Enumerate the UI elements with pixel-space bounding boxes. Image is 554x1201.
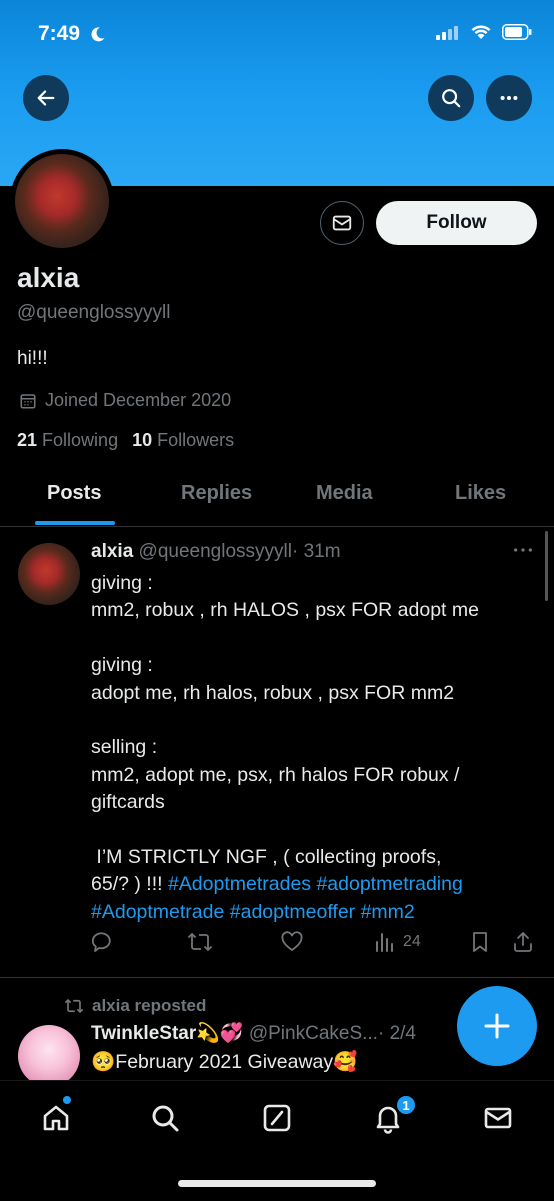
profile-tabs: Posts Replies Media Likes xyxy=(0,470,554,527)
tweet-line: mm2, robux , rh HALOS , psx FOR adopt me xyxy=(91,599,479,622)
calendar-icon xyxy=(20,393,36,408)
tweet-line: giving : xyxy=(91,654,153,677)
divider xyxy=(0,977,554,978)
grok-icon xyxy=(263,1104,291,1132)
tweet-header: alxia @queenglossyyyll· 31m xyxy=(91,541,341,563)
hashtag-link[interactable]: #Adoptmetrades #adoptmetrading xyxy=(168,873,463,895)
repost-time: · 2/4 xyxy=(377,1023,416,1044)
plus-icon xyxy=(484,1013,510,1039)
tweet-author-handle: @queenglossyyyll xyxy=(138,541,292,562)
repost-header: TwinkleStar💫💞 @PinkCakeS...· 2/4 xyxy=(91,1021,416,1045)
tweet-line: giftcards xyxy=(91,791,165,814)
search-button[interactable] xyxy=(428,75,474,121)
envelope-icon xyxy=(332,215,352,231)
tab-replies[interactable]: Replies xyxy=(181,482,252,505)
tweet-line: mm2, adopt me, psx, rh halos FOR robux / xyxy=(91,763,460,786)
tweet-line: adopt me, rh halos, robux , psx FOR mm2 xyxy=(91,681,455,704)
tab-posts[interactable]: Posts xyxy=(47,482,101,505)
status-time: 7:49 xyxy=(38,22,106,48)
notifications-badge: 1 xyxy=(395,1094,417,1116)
profile-bio: hi!!! xyxy=(17,348,48,369)
share-icon xyxy=(514,932,532,952)
more-options-button[interactable] xyxy=(486,75,532,121)
tab-media[interactable]: Media xyxy=(316,482,373,505)
arrow-left-icon xyxy=(37,90,55,106)
home-indicator[interactable] xyxy=(178,1180,376,1187)
nav-messages[interactable] xyxy=(478,1098,518,1138)
follow-button[interactable]: Follow xyxy=(376,201,537,245)
joined-text: Joined December 2020 xyxy=(45,390,232,410)
signal-icon xyxy=(436,24,460,45)
tweet-author-name[interactable]: alxia xyxy=(91,541,133,562)
joined-date: Joined December 2020 xyxy=(19,390,231,411)
more-horizontal-icon xyxy=(500,95,518,101)
repost-text: 🥺February 2021 Giveaway🥰 xyxy=(91,1051,358,1073)
active-tab-indicator xyxy=(35,521,115,525)
tweet-avatar[interactable] xyxy=(18,543,80,605)
tweet-time: · 31m xyxy=(291,541,341,562)
followers-link[interactable]: 10 Followers xyxy=(132,430,234,451)
tweet-text: giving : mm2, robux , rh HALOS , psx FOR… xyxy=(91,570,531,926)
tab-likes[interactable]: Likes xyxy=(455,482,506,505)
profile-name: alxia xyxy=(17,262,80,293)
repost-indicator: alxia reposted xyxy=(64,996,206,1016)
heart-icon xyxy=(281,931,303,952)
hashtag-link[interactable]: #Adoptmetrade #adoptmeoffer #mm2 xyxy=(91,899,531,926)
repost-author-avatar[interactable] xyxy=(18,1025,80,1087)
tweet-line: giving : xyxy=(91,572,153,594)
profile-avatar[interactable] xyxy=(10,149,114,253)
scrollbar[interactable] xyxy=(545,531,548,601)
repost-button[interactable] xyxy=(187,930,213,954)
repost-icon xyxy=(187,932,213,952)
bookmark-icon xyxy=(473,932,487,952)
back-button[interactable] xyxy=(23,75,69,121)
compose-button[interactable] xyxy=(457,986,537,1066)
bookmark-button[interactable] xyxy=(469,930,491,954)
home-unread-dot xyxy=(63,1096,71,1104)
follow-stats: 21 Following 10 Followers xyxy=(17,430,234,451)
moon-icon xyxy=(90,24,106,48)
analytics-icon xyxy=(376,933,393,952)
tweet-actions: 24 xyxy=(91,930,539,962)
message-button[interactable] xyxy=(320,201,364,245)
nav-home[interactable] xyxy=(36,1098,76,1138)
repost-author-name[interactable]: TwinkleStar💫💞 xyxy=(91,1023,244,1044)
tweet-line: 65/? ) !!! #Adoptmetrades #adoptmetradin… xyxy=(91,873,463,896)
search-icon xyxy=(442,89,461,108)
tweet-line: I’M STRICTLY NGF , ( collecting proofs, xyxy=(91,846,442,869)
repost-author-handle: @PinkCakeS... xyxy=(248,1023,378,1044)
nav-grok[interactable] xyxy=(257,1098,297,1138)
envelope-icon xyxy=(484,1107,512,1129)
home-icon xyxy=(43,1105,69,1131)
tweet-line: selling : xyxy=(91,736,158,759)
views-count: 24 xyxy=(403,933,421,950)
reply-button[interactable] xyxy=(91,930,115,954)
nav-search[interactable] xyxy=(145,1098,185,1138)
search-icon xyxy=(152,1105,179,1132)
tweet-more-button[interactable] xyxy=(512,540,534,566)
repost-icon xyxy=(64,998,84,1014)
avatar-image xyxy=(15,154,109,248)
wifi-icon xyxy=(470,24,492,45)
status-icons xyxy=(436,24,532,45)
views-button[interactable]: 24 xyxy=(373,930,421,954)
repost-label: alxia reposted xyxy=(92,996,207,1015)
reply-icon xyxy=(91,932,111,952)
share-button[interactable] xyxy=(511,930,535,954)
more-horizontal-icon xyxy=(514,548,532,552)
following-link[interactable]: 21 Following xyxy=(17,430,118,451)
like-button[interactable] xyxy=(280,930,304,954)
battery-icon xyxy=(502,24,532,45)
profile-handle: @queenglossyyyll xyxy=(17,302,171,323)
